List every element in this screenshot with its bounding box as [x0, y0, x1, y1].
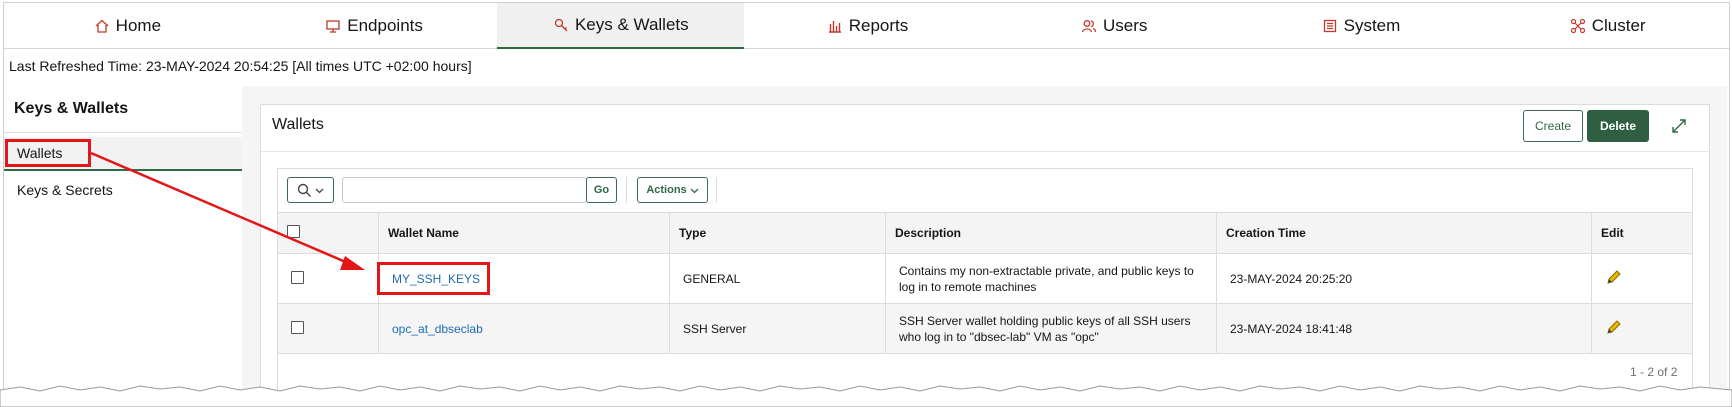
row-select-cell: [277, 253, 379, 304]
tab-label: Cluster: [1591, 16, 1646, 35]
tab-system[interactable]: System: [1238, 3, 1485, 49]
select-all-checkbox[interactable]: [287, 225, 300, 238]
tab-users[interactable]: Users: [991, 3, 1238, 49]
actions-menu-button[interactable]: Actions: [637, 177, 708, 203]
tab-keys-wallets[interactable]: Keys & Wallets: [497, 3, 745, 49]
annotation-highlight-box: [377, 262, 490, 295]
tab-label: Reports: [848, 16, 909, 35]
creation-time-cell: 23-MAY-2024 20:25:20: [1216, 253, 1592, 304]
tab-label: Home: [115, 16, 162, 35]
wallet-name-link[interactable]: opc_at_dbseclab: [392, 322, 483, 336]
description-line: log in to remote machines: [899, 279, 1037, 294]
column-header-type[interactable]: Type: [669, 212, 886, 254]
wallet-name-cell: opc_at_dbseclab: [378, 303, 670, 354]
key-icon: [554, 18, 568, 32]
home-icon: [95, 19, 109, 33]
type-cell: SSH Server: [669, 303, 886, 354]
tab-cluster[interactable]: Cluster: [1484, 3, 1729, 49]
actions-label: Actions: [646, 184, 687, 196]
tab-label: System: [1343, 16, 1401, 35]
row-checkbox[interactable]: [291, 320, 304, 334]
edit-cell: [1591, 303, 1693, 354]
description-cell: Contains my non-extractable private, and…: [885, 253, 1217, 304]
top-navigation: Home Endpoints Keys & Wallets Reports Us…: [4, 3, 1729, 49]
chevron-down-icon: [690, 188, 699, 193]
column-header-edit: Edit: [1591, 212, 1693, 254]
sidebar-divider: [4, 132, 242, 133]
sidebar-item-label: Keys & Secrets: [17, 182, 113, 198]
description-line: SSH Server wallet holding public keys of…: [899, 313, 1191, 328]
pencil-icon[interactable]: [1605, 318, 1623, 336]
bar-chart-icon: [828, 21, 841, 33]
creation-time-cell: 23-MAY-2024 18:41:48: [1216, 303, 1592, 354]
pagination-text: 1 - 2 of 2: [1630, 365, 1678, 379]
last-refreshed-time: Last Refreshed Time: 23-MAY-2024 20:54:2…: [9, 58, 472, 74]
delete-button[interactable]: Delete: [1587, 110, 1649, 142]
toolbar-separator: [626, 177, 627, 203]
table-header-row: Wallet Name Type Description Creation Ti…: [277, 212, 1693, 254]
chevron-down-icon: [315, 188, 324, 193]
system-icon: [1323, 19, 1336, 33]
table-row: opc_at_dbseclab SSH Server SSH Server wa…: [277, 303, 1693, 354]
column-header-description[interactable]: Description: [885, 212, 1217, 254]
sidebar-item-keys-secrets[interactable]: Keys & Secrets: [4, 173, 242, 207]
description-line: who log in to "dbsec-lab" VM as "opc": [899, 329, 1099, 344]
annotation-highlight-box: [5, 139, 91, 167]
pencil-icon[interactable]: [1605, 268, 1623, 286]
create-button[interactable]: Create: [1523, 110, 1583, 142]
column-header-creation-time[interactable]: Creation Time: [1216, 212, 1592, 254]
column-header-wallet-name[interactable]: Wallet Name: [378, 212, 670, 254]
description-cell: SSH Server wallet holding public keys of…: [885, 303, 1217, 354]
monitor-icon: [326, 20, 340, 33]
go-button[interactable]: Go: [586, 177, 617, 203]
type-cell: GENERAL: [669, 253, 886, 304]
tab-label: Endpoints: [347, 16, 423, 35]
edit-cell: [1591, 253, 1693, 304]
region-title: Wallets: [272, 116, 324, 133]
tab-label: Keys & Wallets: [574, 15, 689, 34]
description-line: Contains my non-extractable private, and…: [899, 263, 1194, 278]
tab-reports[interactable]: Reports: [744, 3, 991, 49]
search-input[interactable]: [342, 177, 587, 203]
expand-icon[interactable]: [1670, 117, 1688, 135]
toolbar-separator: [716, 177, 717, 203]
tab-endpoints[interactable]: Endpoints: [251, 3, 498, 49]
cluster-icon: [1570, 18, 1585, 34]
sidebar-title: Keys & Wallets: [14, 100, 129, 117]
row-checkbox[interactable]: [291, 270, 304, 284]
tab-home[interactable]: Home: [4, 3, 251, 49]
region-header-divider: [261, 151, 1709, 152]
row-select-cell: [277, 303, 379, 354]
search-column-button[interactable]: [287, 177, 334, 203]
users-icon: [1081, 20, 1097, 33]
tab-label: Users: [1103, 16, 1148, 35]
select-all-header: [277, 212, 379, 254]
search-icon: [297, 183, 311, 197]
